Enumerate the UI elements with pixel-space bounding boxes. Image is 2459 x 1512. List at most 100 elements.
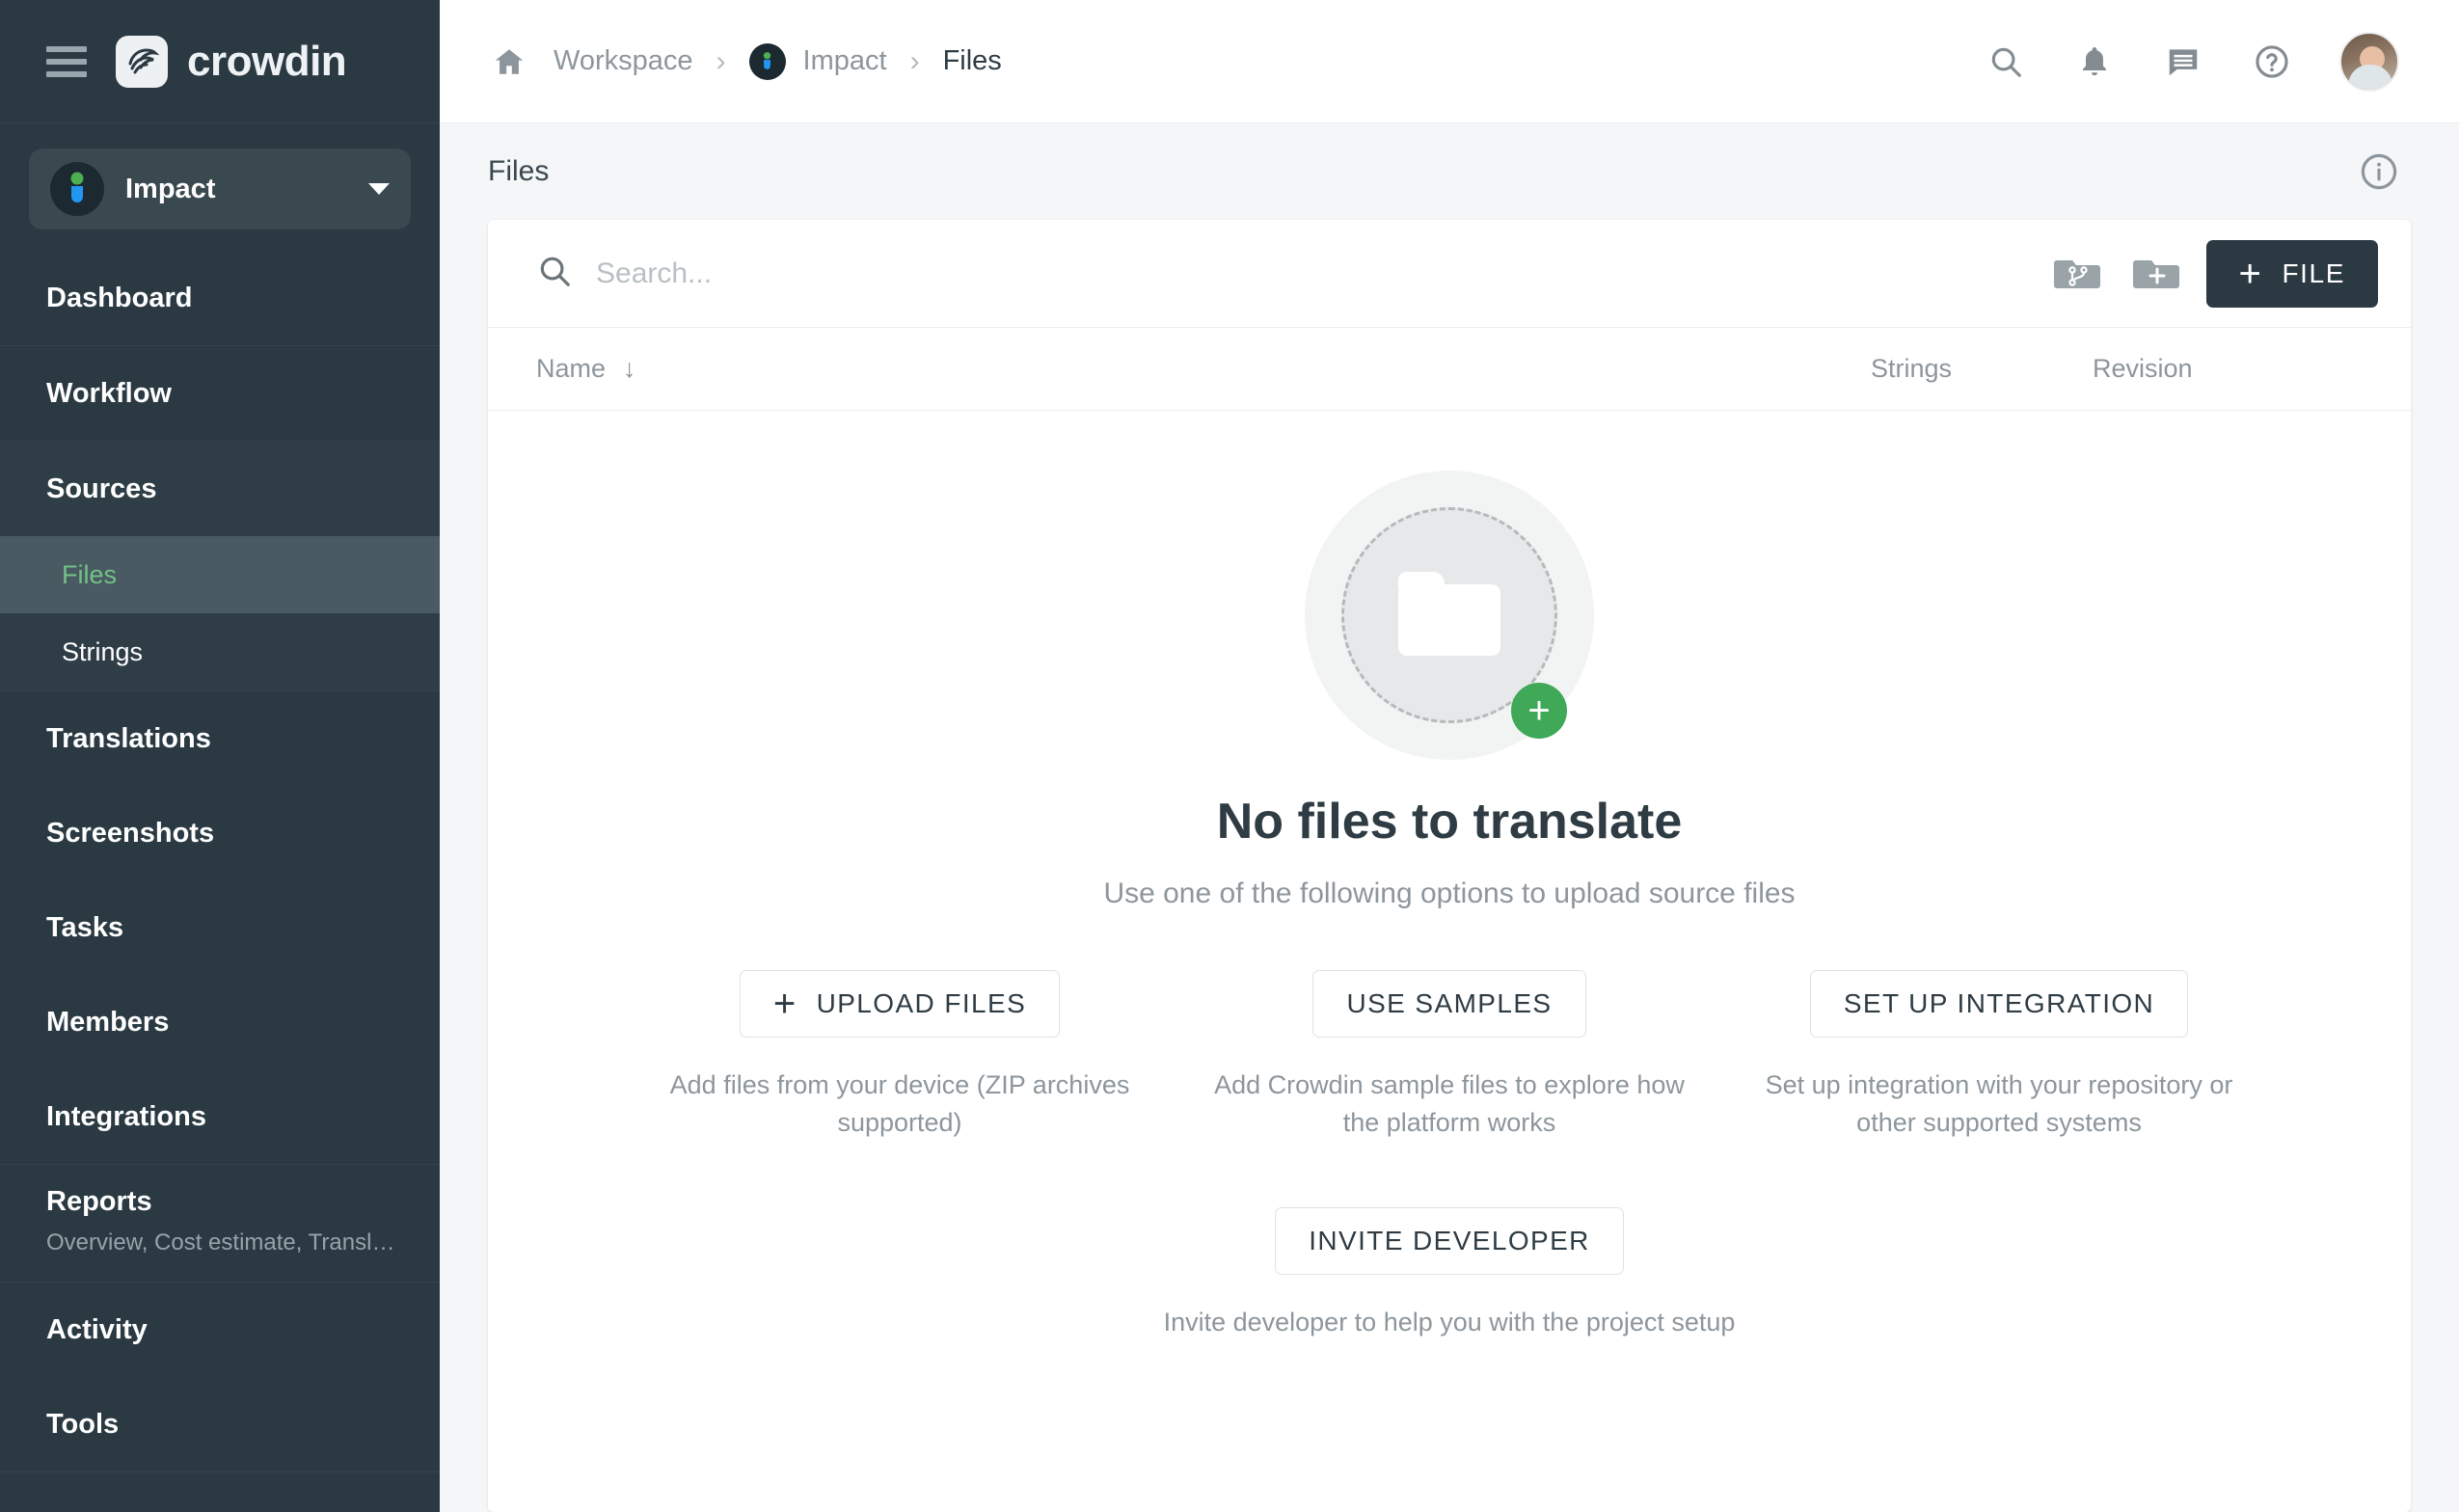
option-set-up-integration: SET UP INTEGRATION Set up integration wi… [1753, 970, 2245, 1142]
sidebar-item-files[interactable]: Files [0, 536, 440, 613]
sidebar-item-label: Sources [46, 472, 157, 504]
sidebar-item-integrations[interactable]: Integrations [0, 1069, 440, 1164]
nav-group-reports: Reports Overview, Cost estimate, Transl… [0, 1165, 440, 1282]
sidebar-item-strings[interactable]: Strings [0, 613, 440, 690]
breadcrumb-current: Files [942, 45, 1002, 76]
sidebar-item-sources[interactable]: Sources [0, 442, 440, 536]
nav-group-translations: Translations Screenshots Tasks Members I… [0, 691, 440, 1165]
sidebar-item-workflow[interactable]: Workflow [0, 346, 440, 441]
breadcrumb-separator: › [716, 44, 726, 77]
sidebar-item-screenshots[interactable]: Screenshots [0, 786, 440, 880]
sidebar-header: crowdin [0, 0, 440, 123]
sidebar-item-label: Reports [46, 1186, 152, 1217]
sidebar-item-label: Translations [46, 722, 211, 754]
column-header-name-label: Name [536, 354, 607, 383]
files-toolbar: + FILE [488, 220, 2411, 328]
option-invite-developer: INVITE DEVELOPER Invite developer to hel… [1163, 1207, 1736, 1341]
sidebar-item-reports-title: Reports [46, 1186, 393, 1218]
search-input[interactable] [596, 256, 2027, 290]
folder-icon [1398, 572, 1500, 656]
sidebar-item-activity[interactable]: Activity [0, 1282, 440, 1377]
sidebar-item-label: Tools [46, 1408, 120, 1440]
empty-state-title: No files to translate [1216, 794, 1683, 850]
notifications-bell-icon[interactable] [2073, 40, 2116, 83]
messages-icon[interactable] [2162, 40, 2204, 83]
sidebar-item-label: Members [46, 1006, 170, 1038]
page-title: Files [488, 155, 550, 187]
sidebar-item-translations[interactable]: Translations [0, 691, 440, 786]
upload-files-description: Add files from your device (ZIP archives… [669, 1070, 1130, 1138]
invite-developer-description: Invite developer to help you with the pr… [1163, 1308, 1736, 1337]
home-icon[interactable] [488, 40, 530, 83]
set-up-integration-button[interactable]: SET UP INTEGRATION [1809, 970, 2189, 1038]
invite-developer-button-label: INVITE DEVELOPER [1309, 1226, 1590, 1256]
sidebar-item-reports[interactable]: Reports Overview, Cost estimate, Transl… [0, 1165, 440, 1282]
nav-group-workflow: Workflow [0, 346, 440, 442]
plus-icon: + [2238, 252, 2263, 295]
add-badge-icon: + [1511, 683, 1567, 739]
empty-folder-illustration: + [1305, 471, 1594, 760]
help-question-icon[interactable] [2251, 40, 2293, 83]
use-samples-button-label: USE SAMPLES [1346, 988, 1553, 1018]
app-root: crowdin Impact Dashboard Workflow Source… [0, 0, 2459, 1512]
breadcrumb: Workspace › Impact › Files [488, 40, 1985, 83]
empty-state-options: + UPLOAD FILES Add files from your devic… [654, 970, 2245, 1142]
sidebar-item-dashboard[interactable]: Dashboard [0, 251, 440, 345]
column-header-strings[interactable]: Strings [1871, 354, 2093, 384]
avatar[interactable] [2339, 31, 2399, 92]
sidebar: crowdin Impact Dashboard Workflow Source… [0, 0, 440, 1512]
nav-group-dashboard: Dashboard [0, 251, 440, 346]
column-header-name[interactable]: Name ↓ [536, 354, 1871, 384]
new-folder-icon[interactable] [2127, 247, 2185, 301]
main-area: Workspace › Impact › Files Files Search.… [440, 0, 2459, 1512]
sidebar-item-tools[interactable]: Tools [0, 1377, 440, 1472]
upload-files-button-label: UPLOAD FILES [816, 988, 1027, 1018]
option-use-samples: USE SAMPLES Add Crowdin sample files to … [1203, 970, 1695, 1142]
hamburger-menu-icon[interactable] [46, 45, 87, 77]
project-switcher-wrap: Impact [0, 123, 440, 251]
brand-logo[interactable]: crowdin [116, 35, 347, 88]
sidebar-item-members[interactable]: Members [0, 975, 440, 1069]
empty-state: + No files to translate Use one of the f… [488, 411, 2411, 1512]
sidebar-item-label: Integrations [46, 1100, 206, 1132]
column-header-revision[interactable]: Revision [2093, 354, 2411, 384]
nav-group-sources: Sources Files Strings [0, 442, 440, 691]
sidebar-item-label: Tasks [46, 911, 124, 943]
sidebar-item-label: Activity [46, 1313, 148, 1345]
search-icon [536, 253, 573, 294]
project-avatar-icon [50, 162, 104, 216]
sidebar-item-label: Strings [62, 636, 144, 666]
breadcrumb-workspace[interactable]: Workspace [554, 45, 693, 77]
project-switcher[interactable]: Impact [29, 148, 411, 230]
topbar-icons [1985, 31, 2399, 92]
set-up-integration-description: Set up integration with your repository … [1765, 1070, 2233, 1138]
empty-state-subtitle: Use one of the following options to uplo… [1103, 878, 1796, 909]
invite-developer-button[interactable]: INVITE DEVELOPER [1275, 1207, 1624, 1276]
search-wrap [536, 253, 2027, 294]
files-card: + FILE Name ↓ Strings Revision + [488, 220, 2411, 1512]
breadcrumb-project[interactable]: Impact [748, 42, 887, 80]
sort-desc-icon: ↓ [623, 354, 636, 383]
crowdin-logo-icon [116, 35, 168, 88]
sidebar-item-label: Dashboard [46, 282, 193, 313]
option-upload-files: + UPLOAD FILES Add files from your devic… [654, 970, 1146, 1142]
use-samples-button[interactable]: USE SAMPLES [1312, 970, 1586, 1038]
set-up-integration-button-label: SET UP INTEGRATION [1843, 988, 2155, 1018]
new-branch-icon[interactable] [2048, 247, 2106, 301]
add-file-button[interactable]: + FILE [2205, 239, 2378, 308]
add-file-button-label: FILE [2282, 257, 2345, 288]
sidebar-item-label: Workflow [46, 377, 172, 409]
sidebar-item-label: Files [62, 559, 118, 589]
project-name: Impact [125, 173, 216, 204]
search-icon[interactable] [1985, 40, 2027, 83]
page-header: Files [440, 123, 2459, 220]
brand-name: crowdin [187, 37, 347, 85]
use-samples-description: Add Crowdin sample files to explore how … [1214, 1070, 1685, 1138]
sidebar-item-reports-sub: Overview, Cost estimate, Transl… [46, 1229, 393, 1256]
topbar: Workspace › Impact › Files [440, 0, 2459, 123]
sidebar-item-tasks[interactable]: Tasks [0, 880, 440, 975]
info-icon[interactable] [2359, 151, 2399, 192]
breadcrumb-separator-2: › [909, 44, 920, 77]
nav-group-activity: Activity Tools [0, 1282, 440, 1472]
upload-files-button[interactable]: + UPLOAD FILES [739, 970, 1061, 1038]
